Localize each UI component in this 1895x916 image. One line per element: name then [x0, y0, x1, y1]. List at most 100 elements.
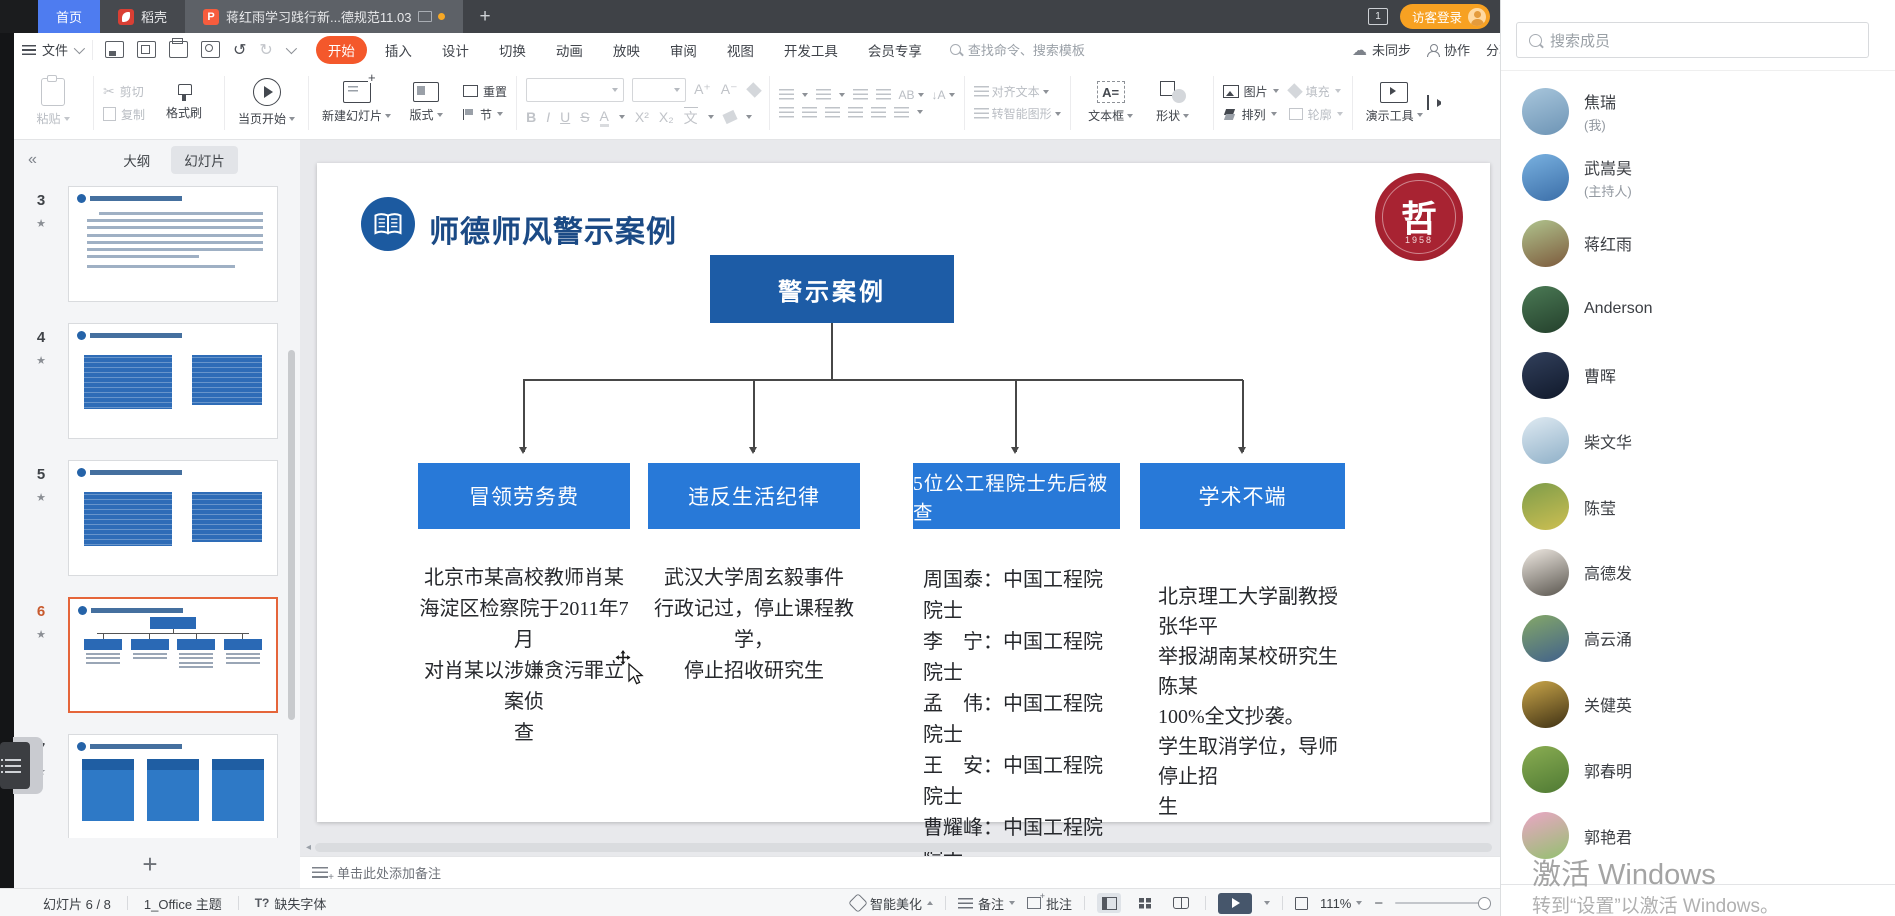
pinyin-button[interactable]: 文: [684, 107, 698, 128]
ribbon-tab[interactable]: 设计: [430, 36, 481, 64]
tab-slides[interactable]: 幻灯片: [171, 146, 238, 174]
slide-sorter-view-button[interactable]: [1133, 893, 1157, 913]
zoom-level[interactable]: 111%: [1320, 896, 1362, 911]
member-row[interactable]: Anderson: [1501, 276, 1895, 342]
justify-icon[interactable]: [848, 107, 863, 118]
member-row[interactable]: 高德发: [1501, 540, 1895, 606]
missing-font-status[interactable]: T? 缺失字体: [255, 894, 327, 913]
window-tab[interactable]: 稻壳: [100, 0, 185, 33]
line-spacing-icon[interactable]: [894, 107, 909, 118]
font-color-button[interactable]: A: [600, 108, 609, 127]
copy-button[interactable]: 复制: [103, 106, 145, 123]
category-box[interactable]: 冒领劳务费: [418, 463, 630, 529]
present-tools-button[interactable]: 演示工具: [1362, 82, 1427, 124]
ribbon-tab[interactable]: 切换: [487, 36, 538, 64]
reading-view-button[interactable]: [1169, 893, 1193, 913]
format-painter-button[interactable]: 格式刷: [153, 84, 215, 121]
bullet-list-icon[interactable]: [779, 89, 794, 100]
highlighter-icon[interactable]: [722, 110, 737, 124]
zoom-slider[interactable]: [1395, 902, 1487, 904]
outline-button[interactable]: 轮廓: [1289, 106, 1343, 123]
university-seal[interactable]: 哲 1958: [1375, 173, 1463, 261]
textbox-button[interactable]: A= 文本框: [1080, 81, 1142, 124]
picture-button[interactable]: 图片: [1223, 83, 1279, 100]
window-tab[interactable]: 蒋红雨学习践行新...德规范11.03: [185, 0, 463, 33]
redo-icon[interactable]: ↻: [259, 40, 272, 60]
slide-thumbnail-row[interactable]: 3 ★: [14, 186, 286, 302]
subscript-button[interactable]: X₂: [659, 109, 674, 125]
underline-button[interactable]: U: [560, 109, 570, 125]
slide-thumbnail[interactable]: [68, 597, 278, 713]
member-row[interactable]: 蒋红雨: [1501, 211, 1895, 277]
scrollbar-thumb[interactable]: [315, 843, 1492, 852]
align-text-button[interactable]: 对齐文本: [974, 83, 1061, 100]
zoom-out-button[interactable]: −: [1374, 895, 1383, 912]
new-tab-button[interactable]: +: [463, 0, 506, 33]
play-from-page-button[interactable]: 当页开始: [234, 78, 299, 127]
ribbon-tab[interactable]: 插入: [373, 36, 424, 64]
collaborate-button[interactable]: 协作: [1427, 40, 1470, 59]
collapse-panel-button[interactable]: «: [28, 151, 58, 169]
ribbon-tab[interactable]: 放映: [601, 36, 652, 64]
window-tab[interactable]: 首页: [38, 0, 100, 33]
text-direction-button[interactable]: AB: [899, 88, 924, 102]
slide-thumbnail[interactable]: [68, 734, 278, 838]
slide-thumbnail[interactable]: [68, 323, 278, 439]
ribbon-tab[interactable]: 视图: [715, 36, 766, 64]
guest-login-button[interactable]: 访客登录: [1400, 4, 1490, 29]
window-count-badge[interactable]: 1: [1368, 8, 1388, 25]
shapes-button[interactable]: 形状: [1142, 81, 1204, 124]
slide-thumbnail[interactable]: [68, 460, 278, 576]
paste-button[interactable]: 粘贴: [22, 78, 84, 127]
align-left-icon[interactable]: [779, 107, 794, 118]
font-increase-button[interactable]: A⁺: [694, 81, 711, 98]
theme-name[interactable]: 1_Office 主题: [144, 894, 222, 913]
undo-icon[interactable]: ↺: [233, 40, 246, 60]
horizontal-scrollbar[interactable]: ◂: [306, 842, 1492, 852]
member-row[interactable]: 陈莹: [1501, 474, 1895, 540]
slide-thumbnail-row[interactable]: 7 ★: [14, 734, 286, 838]
notes-toggle-button[interactable]: 备注: [958, 894, 1015, 913]
align-right-icon[interactable]: [825, 107, 840, 118]
notes-bar[interactable]: 单击此处添加备注: [300, 856, 1500, 888]
toolbar-overflow-icon[interactable]: [286, 42, 297, 53]
root-box[interactable]: 警示案例: [710, 255, 954, 323]
smart-beautify-button[interactable]: 智能美化: [851, 894, 933, 913]
clear-format-icon[interactable]: [746, 82, 762, 98]
print-icon[interactable]: [169, 41, 188, 58]
member-row[interactable]: 柴文华: [1501, 408, 1895, 474]
distribute-icon[interactable]: [871, 107, 886, 118]
font-decrease-button[interactable]: A⁻: [721, 81, 738, 98]
layout-button[interactable]: 版式: [395, 82, 457, 123]
save-icon[interactable]: [105, 41, 124, 58]
command-search[interactable]: 查找命令、搜索模板: [950, 40, 1085, 59]
category-box[interactable]: 违反生活纪律: [648, 463, 860, 529]
font-size-select[interactable]: [632, 78, 686, 102]
member-row[interactable]: 关健英: [1501, 671, 1895, 737]
vertical-text-button[interactable]: ↓A: [932, 88, 955, 102]
increase-indent-icon[interactable]: [876, 89, 891, 100]
slide-6[interactable]: 师德师风警示案例 哲 1958 警示案例 冒领劳务费 北京市某高校教师肖某 海淀…: [317, 163, 1490, 822]
dock-list-icon[interactable]: [0, 742, 30, 789]
bold-button[interactable]: B: [526, 109, 536, 125]
slide-thumbnail-row[interactable]: 5 ★: [14, 460, 286, 576]
section-button[interactable]: 节: [463, 106, 507, 123]
ribbon-tab[interactable]: 开发工具: [772, 36, 850, 64]
thumbnail-scrollbar[interactable]: [288, 350, 295, 720]
scroll-left-icon[interactable]: ◂: [306, 842, 311, 853]
category-text[interactable]: 北京市某高校教师肖某 海淀区检察院于2011年7月 对肖某以涉嫌贪污罪立案侦 查: [418, 563, 630, 749]
category-text[interactable]: 武汉大学周玄毅事件 行政记过，停止课程教学， 停止招收研究生: [648, 563, 860, 687]
normal-view-button[interactable]: [1097, 893, 1121, 913]
member-row[interactable]: 曹晖: [1501, 342, 1895, 408]
font-family-select[interactable]: [526, 78, 624, 102]
ribbon-tab[interactable]: 会员专享: [856, 36, 934, 64]
slide-title[interactable]: 师德师风警示案例: [429, 207, 677, 251]
ribbon-tab[interactable]: 动画: [544, 36, 595, 64]
tab-outline[interactable]: 大纲: [110, 146, 163, 174]
sync-status[interactable]: ☁未同步: [1352, 40, 1411, 59]
align-center-icon[interactable]: [802, 107, 817, 118]
share-button[interactable]: 分享: [1486, 40, 1500, 59]
member-row[interactable]: 郭春明: [1501, 737, 1895, 803]
to-smartart-button[interactable]: 转智能图形: [974, 105, 1061, 122]
comments-button[interactable]: 批注: [1027, 894, 1072, 913]
